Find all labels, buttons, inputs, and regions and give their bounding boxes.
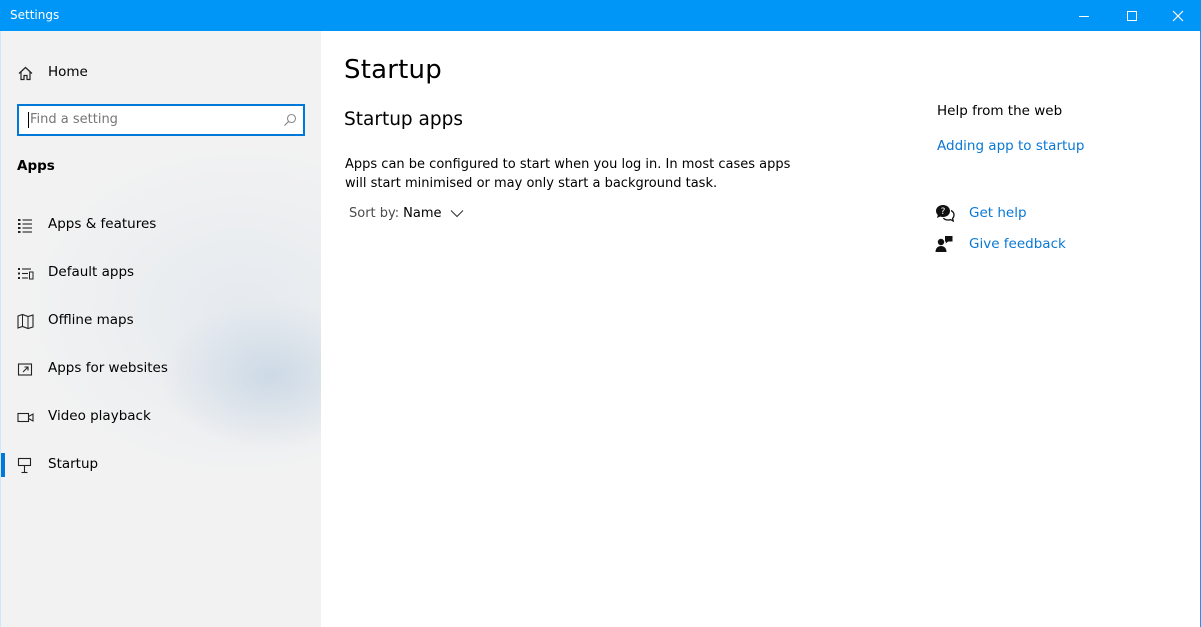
minimize-icon	[1079, 15, 1089, 17]
sidebar-item-video-playback[interactable]: Video playback	[1, 399, 321, 435]
text-caret	[28, 112, 29, 128]
video-camera-icon	[17, 412, 34, 423]
feedback-person-icon	[935, 236, 953, 252]
sidebar-item-label: Offline maps	[48, 312, 134, 328]
sort-value: Name	[403, 206, 442, 221]
sort-dropdown[interactable]: Sort by: Name	[349, 206, 464, 221]
minimize-button[interactable]	[1064, 0, 1104, 31]
settings-window: Home Find a setting Apps Apps & features	[0, 31, 1201, 627]
get-help-link[interactable]: ? Get help	[935, 203, 1027, 223]
give-feedback-link[interactable]: Give feedback	[935, 234, 1066, 254]
page-title: Startup	[344, 55, 442, 85]
sort-label: Sort by:	[349, 206, 400, 221]
help-chat-icon: ?	[936, 205, 955, 223]
sidebar-item-label: Home	[48, 64, 88, 80]
sidebar-item-label: Apps for websites	[48, 360, 168, 376]
sidebar-section-label: Apps	[17, 158, 55, 174]
sidebar-item-label: Startup	[48, 456, 99, 472]
search-input[interactable]: Find a setting	[17, 104, 305, 136]
get-help-label: Get help	[969, 205, 1027, 221]
sidebar-item-apps-for-websites[interactable]: Apps for websites	[1, 351, 321, 387]
default-apps-icon	[18, 268, 34, 280]
window-title: Settings	[10, 8, 60, 22]
sidebar-item-apps-features[interactable]: Apps & features	[1, 207, 321, 243]
description-text: Apps can be configured to start when you…	[345, 157, 791, 191]
maximize-button[interactable]	[1112, 0, 1152, 31]
give-feedback-label: Give feedback	[969, 236, 1066, 252]
sidebar-item-home[interactable]: Home	[1, 55, 321, 91]
svg-text:?: ?	[941, 207, 946, 217]
startup-icon	[17, 457, 32, 474]
open-link-icon	[17, 363, 33, 376]
sidebar-item-label: Apps & features	[48, 216, 157, 232]
map-icon	[17, 313, 34, 330]
sidebar-item-startup[interactable]: Startup	[1, 447, 321, 483]
sidebar-item-label: Video playback	[48, 408, 151, 424]
chevron-down-icon	[450, 210, 463, 218]
title-bar: Settings	[0, 0, 1201, 31]
sidebar-item-offline-maps[interactable]: Offline maps	[1, 303, 321, 339]
list-icon	[18, 219, 32, 233]
adding-app-to-startup-link[interactable]: Adding app to startup	[937, 138, 1084, 154]
main-content: Startup Startup apps Apps can be configu…	[321, 31, 1200, 627]
help-heading: Help from the web	[937, 103, 1063, 119]
sidebar-item-default-apps[interactable]: Default apps	[1, 255, 321, 291]
selected-indicator	[1, 453, 5, 477]
search-placeholder: Find a setting	[30, 112, 118, 127]
close-icon	[1172, 10, 1184, 21]
maximize-icon	[1127, 10, 1137, 21]
close-button[interactable]	[1158, 0, 1198, 31]
home-icon	[18, 66, 33, 81]
search-icon[interactable]	[283, 113, 297, 127]
sidebar: Home Find a setting Apps Apps & features	[1, 31, 321, 627]
section-title: Startup apps	[344, 109, 464, 130]
sidebar-item-label: Default apps	[48, 264, 135, 280]
